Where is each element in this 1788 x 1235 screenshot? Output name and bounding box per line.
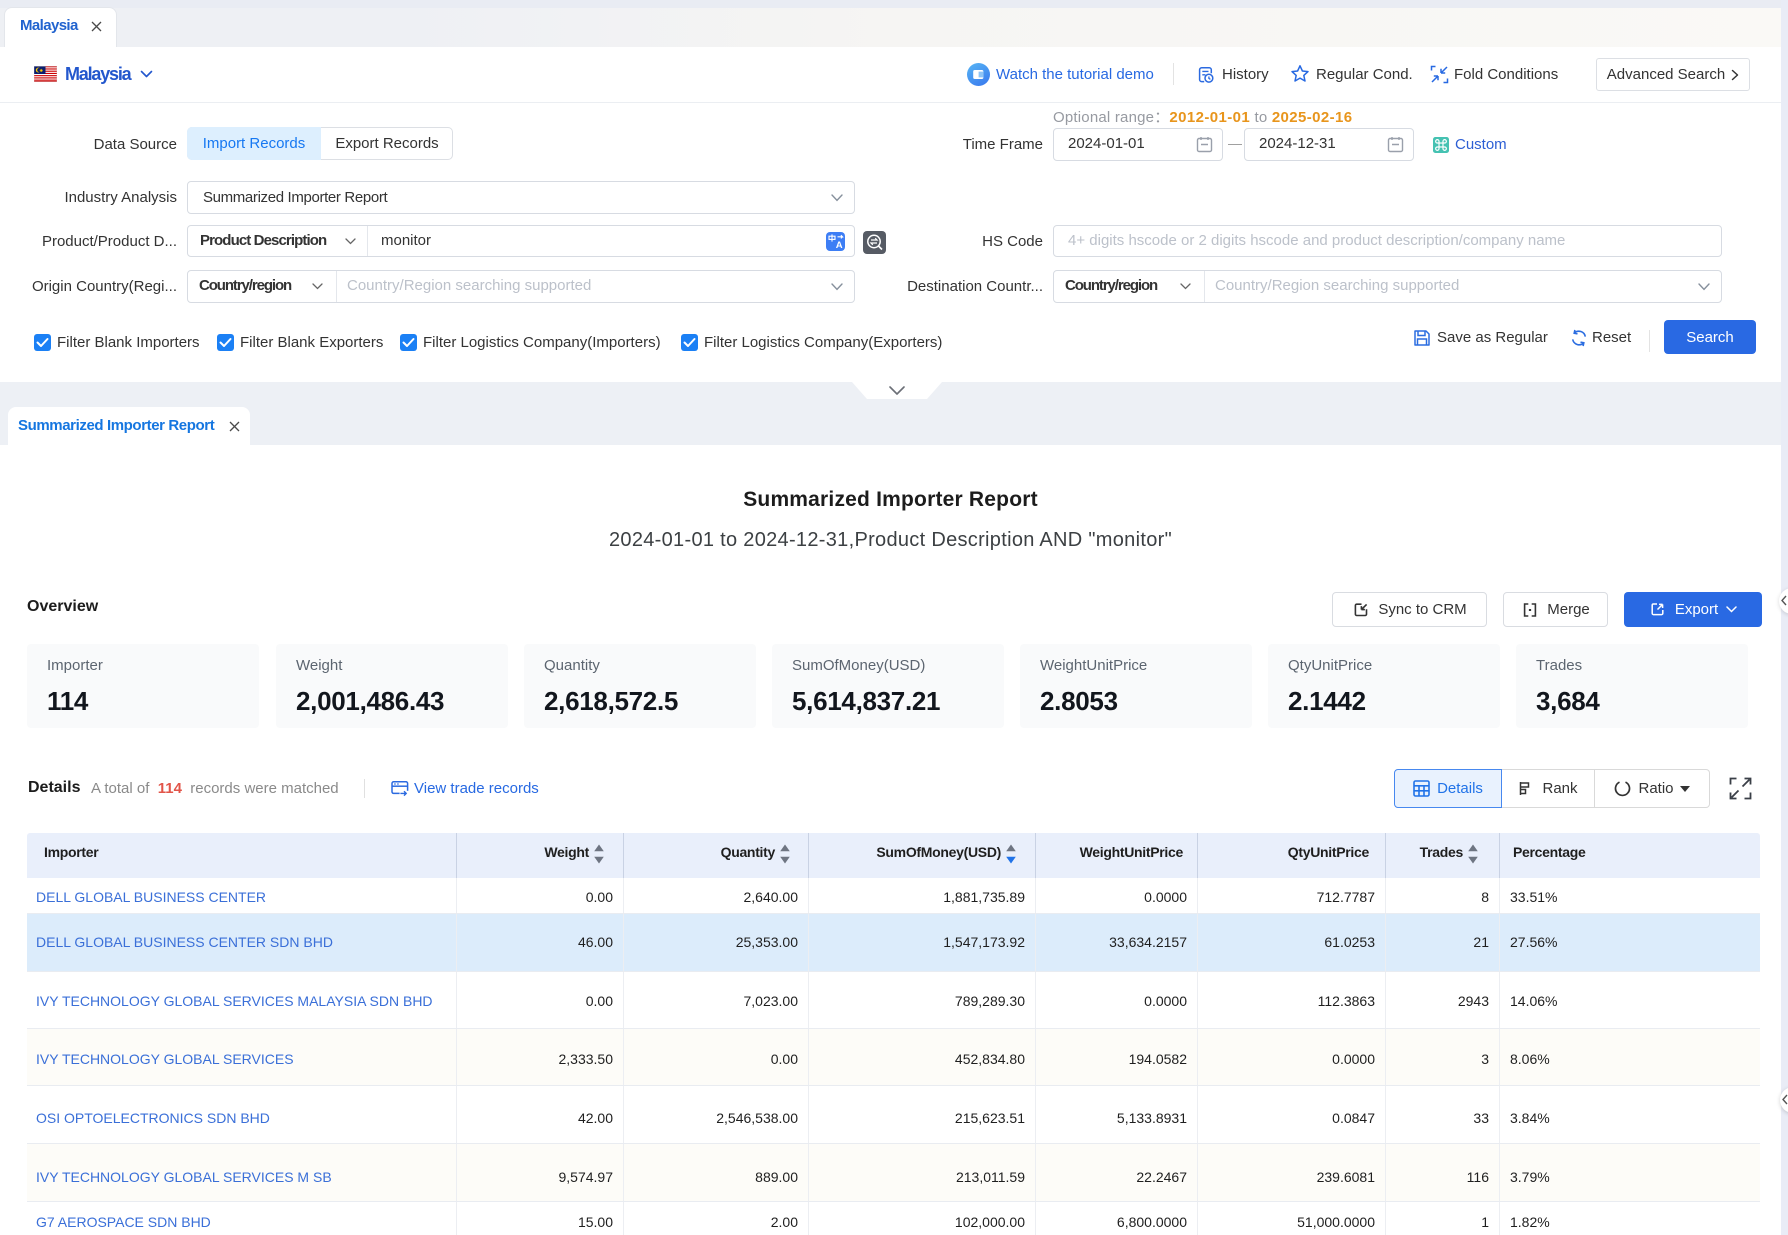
svg-text:A: A bbox=[836, 240, 843, 251]
